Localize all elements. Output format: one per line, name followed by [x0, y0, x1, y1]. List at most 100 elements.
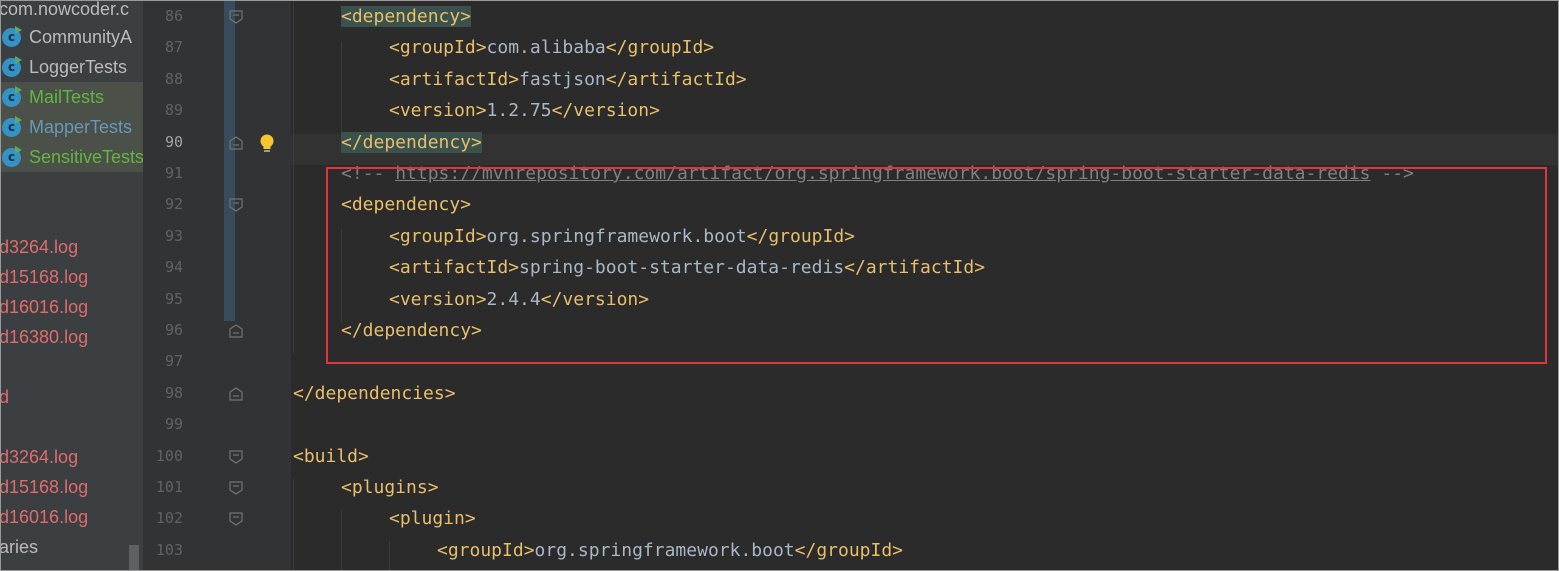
highlight-annotation-box: [326, 167, 1547, 364]
line-number: 87: [164, 38, 183, 56]
indent-guide: [341, 511, 342, 570]
xml-tag: </artifactId>: [605, 69, 747, 90]
xml-tag: <artifactId>: [389, 69, 520, 90]
file-item-mailtests[interactable]: c MailTests: [1, 82, 143, 112]
indent-guide: [389, 541, 390, 570]
vcs-change-marker[interactable]: [224, 1, 235, 321]
file-label: aries: [1, 537, 39, 557]
xml-tag: <dependency>: [341, 6, 472, 27]
file-label: d: [1, 382, 9, 412]
code-line[interactable]: </dependencies>: [293, 378, 456, 409]
xml-tag: <plugins>: [341, 477, 439, 498]
fold-end-icon[interactable]: [229, 387, 243, 401]
line-number: 94: [164, 258, 183, 276]
log-file-item[interactable]: d16380.log: [1, 322, 143, 352]
line-number: 103: [155, 541, 183, 559]
java-class-test-icon: c: [2, 146, 22, 167]
code-line[interactable]: <groupId>org.springframework.boot</group…: [437, 535, 903, 566]
file-label: d16016.log: [1, 507, 89, 527]
line-number: 96: [164, 321, 183, 339]
xml-value: com.alibaba: [486, 37, 606, 58]
xml-tag: <plugin>: [389, 508, 476, 529]
file-label: d3264.log: [1, 447, 79, 467]
xml-value: 1.2.75: [486, 100, 552, 121]
fold-collapse-icon[interactable]: [229, 481, 243, 495]
ide-window: com.nowcoder.c c CommunityA c LoggerTest…: [0, 0, 1559, 571]
file-label: LoggerTests: [29, 57, 128, 77]
file-label: MapperTests: [29, 117, 133, 137]
package-label: com.nowcoder.c: [1, 1, 130, 19]
external-libraries-item[interactable]: aries: [1, 532, 143, 562]
fold-end-icon[interactable]: [229, 136, 243, 150]
line-number: 99: [164, 415, 183, 433]
code-line[interactable]: <plugins>: [341, 472, 439, 503]
file-label: d15168.log: [1, 267, 89, 287]
file-label: d3264.log: [1, 237, 79, 257]
code-line[interactable]: <version>1.2.75</version>: [389, 95, 660, 126]
log-file-item[interactable]: d15168.log: [1, 472, 143, 502]
fold-collapse-icon[interactable]: [229, 10, 243, 24]
line-number: 95: [164, 290, 183, 308]
java-class-test-icon: c: [2, 116, 22, 137]
file-item-loggertests[interactable]: c LoggerTests: [1, 52, 143, 82]
xml-value: org.springframework.boot: [534, 540, 795, 561]
xml-tag: </groupId>: [605, 37, 715, 58]
project-tool-window: com.nowcoder.c c CommunityA c LoggerTest…: [1, 1, 143, 570]
log-file-item[interactable]: d3264.log: [1, 442, 143, 472]
line-number: 88: [164, 70, 183, 88]
file-label: d15168.log: [1, 477, 89, 497]
line-number: 93: [164, 227, 183, 245]
file-label: SensitiveTests: [29, 147, 143, 167]
file-label: MailTests: [29, 87, 105, 107]
xml-tag: <groupId>: [389, 37, 487, 58]
package-item[interactable]: com.nowcoder.c: [1, 1, 143, 24]
xml-tag: <groupId>: [437, 540, 535, 561]
code-line[interactable]: <artifactId>fastjson</artifactId>: [389, 64, 747, 95]
xml-tag: </version>: [551, 100, 660, 121]
log-file-item[interactable]: d16016.log: [1, 502, 143, 532]
file-label: d16016.log: [1, 297, 89, 317]
line-number: 100: [155, 447, 183, 465]
file-item-communitya[interactable]: c CommunityA: [1, 22, 143, 52]
xml-tag: <version>: [389, 100, 487, 121]
fold-collapse-icon[interactable]: [229, 512, 243, 526]
file-label: d16380.log: [1, 327, 89, 347]
line-number: 97: [164, 352, 183, 370]
log-file-item[interactable]: d16016.log: [1, 292, 143, 322]
java-class-test-icon: c: [2, 26, 22, 47]
code-line[interactable]: <plugin>: [389, 503, 476, 534]
java-class-test-icon: c: [2, 56, 22, 77]
line-number: 98: [164, 384, 183, 402]
line-number: 92: [164, 195, 183, 213]
folder-item[interactable]: d: [1, 382, 143, 412]
fold-collapse-icon[interactable]: [229, 198, 243, 212]
code-line[interactable]: <build>: [293, 441, 369, 472]
log-file-item[interactable]: d3264.log: [1, 232, 143, 262]
sidebar-scrollbar[interactable]: [129, 545, 139, 570]
code-line[interactable]: <groupId>com.alibaba</groupId>: [389, 32, 714, 63]
line-number: 102: [155, 509, 183, 527]
line-number: 90: [164, 133, 183, 151]
xml-tag: </dependencies>: [293, 383, 456, 404]
line-number: 101: [155, 478, 183, 496]
fold-collapse-icon[interactable]: [229, 450, 243, 464]
xml-value: fastjson: [519, 69, 606, 90]
log-file-item[interactable]: d15168.log: [1, 262, 143, 292]
xml-tag: </dependency>: [341, 132, 482, 153]
indent-guide: [293, 479, 294, 570]
line-number: 91: [164, 164, 183, 182]
line-number: 89: [164, 101, 183, 119]
file-item-sensitivetests[interactable]: c SensitiveTests: [1, 142, 143, 172]
fold-end-icon[interactable]: [229, 324, 243, 338]
file-item-mappertests[interactable]: c MapperTests: [1, 112, 143, 142]
java-class-test-icon: c: [2, 86, 22, 107]
code-line[interactable]: </dependency>: [341, 127, 482, 158]
lightbulb-icon[interactable]: [257, 133, 277, 155]
xml-tag: <build>: [293, 446, 369, 467]
xml-tag: </groupId>: [794, 540, 904, 561]
indent-guide: [341, 41, 342, 134]
code-line[interactable]: <dependency>: [341, 1, 472, 32]
indent-guide: [293, 1, 294, 353]
line-number: 86: [164, 7, 183, 25]
file-label: CommunityA: [29, 27, 133, 47]
